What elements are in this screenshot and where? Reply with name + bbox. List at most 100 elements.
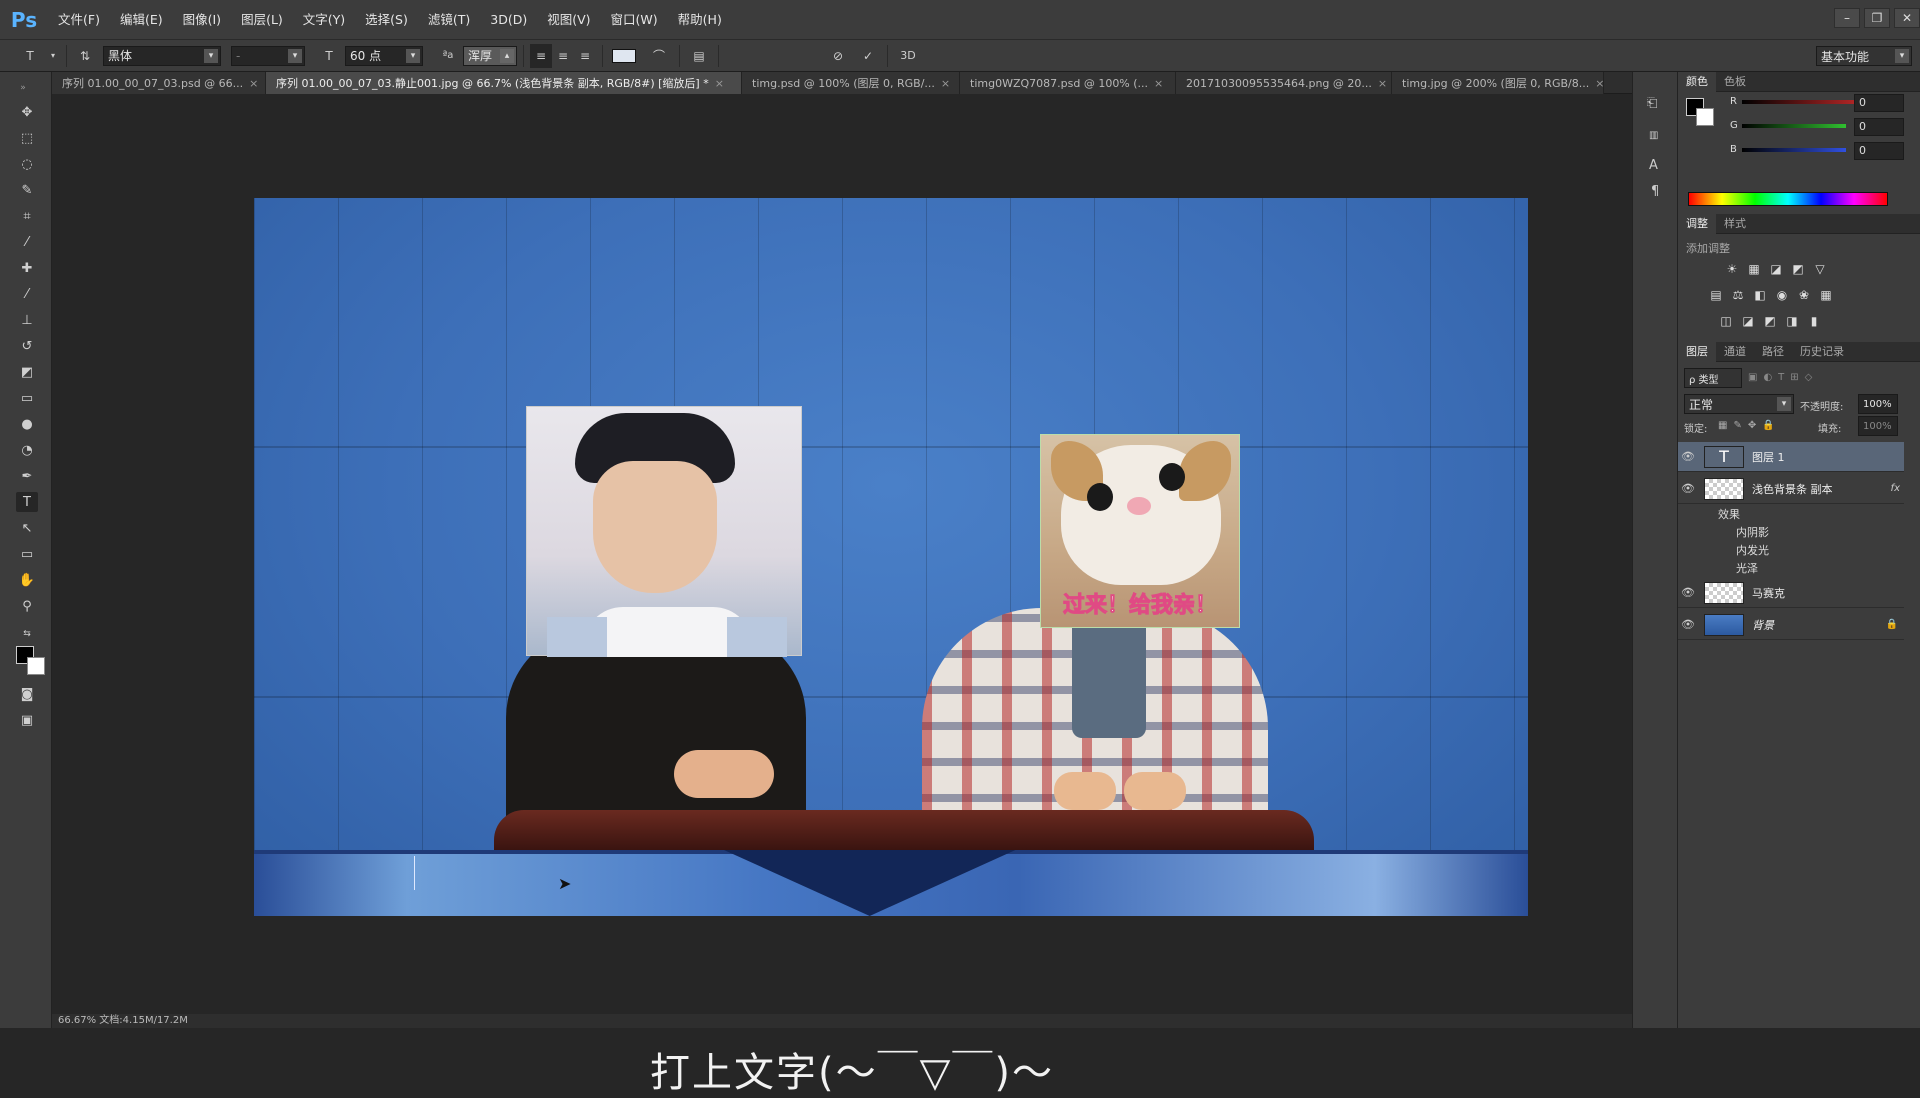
- gradient-map-icon[interactable]: ▮: [1806, 314, 1822, 328]
- menu-image[interactable]: 图像(I): [173, 0, 231, 40]
- layer-row-mosaic[interactable]: 👁 马赛克: [1678, 578, 1904, 608]
- properties-panel-icon[interactable]: ▥: [1649, 130, 1658, 141]
- b-slider[interactable]: [1742, 148, 1846, 152]
- close-button[interactable]: ✕: [1894, 8, 1920, 28]
- document-canvas[interactable]: 过来！给我亲！ ➤: [254, 198, 1528, 916]
- blur-tool-icon[interactable]: ●: [16, 414, 38, 434]
- channel-mixer-icon[interactable]: ❀: [1796, 288, 1812, 302]
- layer-row-background[interactable]: 👁 背景 🔒: [1678, 610, 1904, 640]
- effect-inner-shadow[interactable]: 内阴影: [1736, 524, 1769, 540]
- type-tool-icon[interactable]: T: [16, 492, 38, 512]
- layer-filter-icons[interactable]: ▣◐T⊞◇: [1748, 372, 1818, 383]
- quick-mask-icon[interactable]: ◙: [16, 684, 38, 704]
- healing-brush-tool-icon[interactable]: ✚: [16, 258, 38, 278]
- font-size-select[interactable]: 60 点 ▾: [345, 45, 423, 66]
- warp-text-icon[interactable]: ⌒: [645, 44, 673, 68]
- tab-document-6[interactable]: timg.jpg @ 200% (图层 0, RGB/8... ×: [1392, 72, 1604, 94]
- eye-icon[interactable]: 👁: [1678, 450, 1698, 463]
- eye-icon[interactable]: 👁: [1678, 618, 1698, 631]
- brightness-icon[interactable]: ☀: [1724, 262, 1740, 276]
- tab-color[interactable]: 颜色: [1678, 71, 1716, 92]
- posterize-icon[interactable]: ◪: [1740, 314, 1756, 328]
- blend-mode-select[interactable]: 正常 ▾: [1684, 394, 1794, 414]
- menu-layer[interactable]: 图层(L): [231, 0, 293, 40]
- align-right-icon[interactable]: ≡: [574, 44, 596, 68]
- menu-filter[interactable]: 滤镜(T): [418, 0, 480, 40]
- menu-type[interactable]: 文字(Y): [293, 0, 355, 40]
- close-icon[interactable]: ×: [1595, 77, 1603, 90]
- eraser-tool-icon[interactable]: ◩: [16, 362, 38, 382]
- clone-stamp-tool-icon[interactable]: ⊥: [16, 310, 38, 330]
- close-icon[interactable]: ×: [1154, 77, 1163, 90]
- hand-tool-icon[interactable]: ✋: [16, 570, 38, 590]
- dodge-tool-icon[interactable]: ◔: [16, 440, 38, 460]
- character-panel-icon[interactable]: A: [1649, 158, 1658, 173]
- effect-satin[interactable]: 光泽: [1736, 560, 1758, 576]
- swap-colors-icon[interactable]: ⇆: [16, 624, 38, 644]
- tab-document-2[interactable]: 序列 01.00_00_07_03.静止001.jpg @ 66.7% (浅色背…: [266, 72, 742, 94]
- tab-document-4[interactable]: timg0WZQ7087.psd @ 100% (... ×: [960, 72, 1176, 94]
- layer-row-background-bar-copy[interactable]: 👁 浅色背景条 副本 fx: [1678, 474, 1904, 504]
- text-color-swatch[interactable]: [609, 44, 639, 68]
- zoom-tool-icon[interactable]: ⚲: [16, 596, 38, 616]
- threshold-icon[interactable]: ◩: [1762, 314, 1778, 328]
- exposure-icon[interactable]: ◩: [1790, 262, 1806, 276]
- tab-swatches[interactable]: 色板: [1716, 72, 1754, 92]
- tab-channels[interactable]: 通道: [1716, 342, 1754, 362]
- 3d-button[interactable]: 3D: [894, 44, 922, 68]
- character-panel-icon[interactable]: ▤: [686, 44, 712, 68]
- history-panel-icon[interactable]: ⎗: [1647, 96, 1657, 111]
- curves-icon[interactable]: ◪: [1768, 262, 1784, 276]
- effect-inner-glow[interactable]: 内发光: [1736, 542, 1769, 558]
- lock-icons[interactable]: ▦✎✥🔒: [1718, 420, 1781, 431]
- align-left-icon[interactable]: ≡: [530, 43, 552, 68]
- eye-icon[interactable]: 👁: [1678, 586, 1698, 599]
- layer-row-layer1[interactable]: 👁 T 图层 1: [1678, 442, 1904, 472]
- close-icon[interactable]: ×: [715, 77, 724, 90]
- tab-layers[interactable]: 图层: [1678, 341, 1716, 362]
- r-value[interactable]: 0: [1854, 94, 1904, 112]
- photo-filter-icon[interactable]: ◉: [1774, 288, 1790, 302]
- minimize-button[interactable]: –: [1834, 8, 1860, 28]
- commit-check-icon[interactable]: ✓: [855, 44, 881, 68]
- paragraph-panel-icon[interactable]: ¶: [1651, 184, 1659, 199]
- rectangle-tool-icon[interactable]: ▭: [16, 544, 38, 564]
- color-lookup-icon[interactable]: ▦: [1818, 288, 1834, 302]
- menu-view[interactable]: 视图(V): [537, 0, 600, 40]
- fx-badge[interactable]: fx: [1891, 483, 1900, 494]
- move-tool-icon[interactable]: ✥: [16, 102, 38, 122]
- g-value[interactable]: 0: [1854, 118, 1904, 136]
- color-spectrum[interactable]: [1688, 192, 1888, 206]
- tab-styles[interactable]: 样式: [1716, 214, 1754, 234]
- align-center-icon[interactable]: ≡: [552, 44, 574, 68]
- background-color-swatch[interactable]: [1696, 108, 1714, 126]
- selective-color-icon[interactable]: ◨: [1784, 314, 1800, 328]
- history-brush-tool-icon[interactable]: ↺: [16, 336, 38, 356]
- chevron-down-icon[interactable]: ▾: [46, 44, 60, 68]
- text-orientation-icon[interactable]: ⇅: [73, 44, 97, 68]
- levels-icon[interactable]: ▦: [1746, 262, 1762, 276]
- tab-document-3[interactable]: timg.psd @ 100% (图层 0, RGB/... ×: [742, 72, 960, 94]
- menu-edit[interactable]: 编辑(E): [110, 0, 173, 40]
- eyedropper-tool-icon[interactable]: ⁄: [16, 232, 38, 252]
- menu-file[interactable]: 文件(F): [48, 0, 110, 40]
- opacity-input[interactable]: 100%: [1858, 394, 1898, 414]
- screen-mode-icon[interactable]: ▣: [16, 710, 38, 730]
- brush-tool-icon[interactable]: ⁄: [16, 284, 38, 304]
- close-icon[interactable]: ×: [1378, 77, 1387, 90]
- menu-3d[interactable]: 3D(D): [480, 0, 537, 40]
- text-tool-preset-icon[interactable]: T: [14, 44, 46, 68]
- layer-filter-select[interactable]: ρ 类型: [1684, 368, 1742, 388]
- invert-icon[interactable]: ◫: [1718, 314, 1734, 328]
- eye-icon[interactable]: 👁: [1678, 482, 1698, 495]
- color-balance-icon[interactable]: ⚖: [1730, 288, 1746, 302]
- gradient-tool-icon[interactable]: ▭: [16, 388, 38, 408]
- menu-select[interactable]: 选择(S): [355, 0, 418, 40]
- path-selection-tool-icon[interactable]: ↖: [16, 518, 38, 538]
- close-icon[interactable]: ×: [941, 77, 950, 90]
- g-slider[interactable]: [1742, 124, 1846, 128]
- tab-history[interactable]: 历史记录: [1792, 342, 1852, 362]
- vibrance-icon[interactable]: ▽: [1812, 262, 1828, 276]
- tab-document-1[interactable]: 序列 01.00_00_07_03.psd @ 66... ×: [52, 72, 266, 94]
- b-value[interactable]: 0: [1854, 142, 1904, 160]
